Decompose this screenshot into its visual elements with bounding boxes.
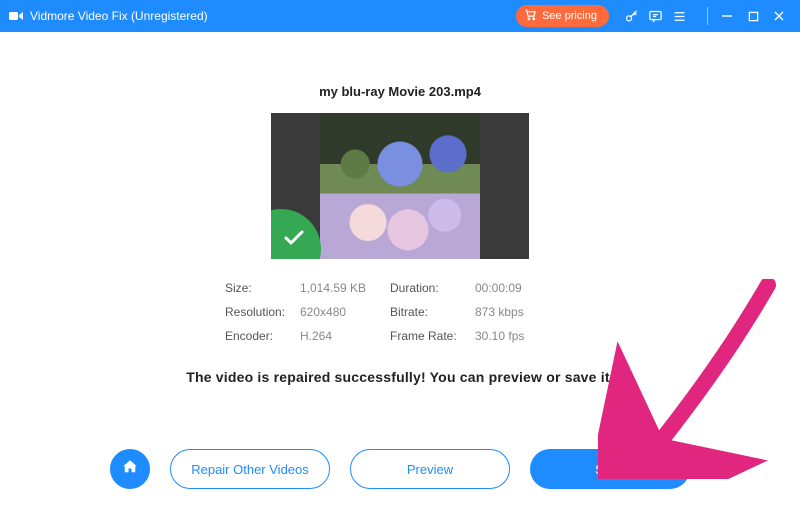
see-pricing-label: See pricing xyxy=(542,10,597,22)
duration-value: 00:00:09 xyxy=(475,281,565,295)
encoder-label: Encoder: xyxy=(225,329,300,343)
app-title: Vidmore Video Fix (Unregistered) xyxy=(30,9,208,23)
main-content: my blu-ray Movie 203.mp4 Size: 1,014.59 … xyxy=(0,32,800,515)
window-minimize-button[interactable] xyxy=(714,4,740,28)
check-icon xyxy=(280,224,304,253)
duration-label: Duration: xyxy=(390,281,475,295)
home-button[interactable] xyxy=(110,449,150,489)
video-metadata: Size: 1,014.59 KB Duration: 00:00:09 Res… xyxy=(225,281,575,343)
size-value: 1,014.59 KB xyxy=(300,281,390,295)
action-button-row: Repair Other Videos Preview Save xyxy=(0,449,800,489)
repair-other-videos-button[interactable]: Repair Other Videos xyxy=(170,449,330,489)
video-thumbnail xyxy=(320,113,480,259)
resolution-value: 620x480 xyxy=(300,305,390,319)
bitrate-value: 873 kbps xyxy=(475,305,565,319)
titlebar-divider xyxy=(707,7,708,25)
file-name: my blu-ray Movie 203.mp4 xyxy=(319,84,481,99)
status-message: The video is repaired successfully! You … xyxy=(186,369,614,385)
resolution-label: Resolution: xyxy=(225,305,300,319)
app-logo-icon xyxy=(8,8,24,24)
preview-label: Preview xyxy=(407,462,453,477)
repair-other-videos-label: Repair Other Videos xyxy=(191,462,309,477)
save-button[interactable]: Save xyxy=(530,449,690,489)
title-bar: Vidmore Video Fix (Unregistered) See pri… xyxy=(0,0,800,32)
encoder-value: H.264 xyxy=(300,329,390,343)
video-preview[interactable] xyxy=(271,113,529,259)
save-label: Save xyxy=(595,462,625,477)
framerate-value: 30.10 fps xyxy=(475,329,565,343)
cart-icon xyxy=(524,8,537,24)
menu-icon[interactable] xyxy=(668,5,690,27)
preview-button[interactable]: Preview xyxy=(350,449,510,489)
size-label: Size: xyxy=(225,281,300,295)
success-badge xyxy=(271,209,321,259)
home-icon xyxy=(121,458,139,481)
window-maximize-button[interactable] xyxy=(740,4,766,28)
framerate-label: Frame Rate: xyxy=(390,329,475,343)
feedback-icon[interactable] xyxy=(644,5,666,27)
see-pricing-button[interactable]: See pricing xyxy=(516,5,609,27)
bitrate-label: Bitrate: xyxy=(390,305,475,319)
window-close-button[interactable] xyxy=(766,4,792,28)
key-icon[interactable] xyxy=(620,5,642,27)
